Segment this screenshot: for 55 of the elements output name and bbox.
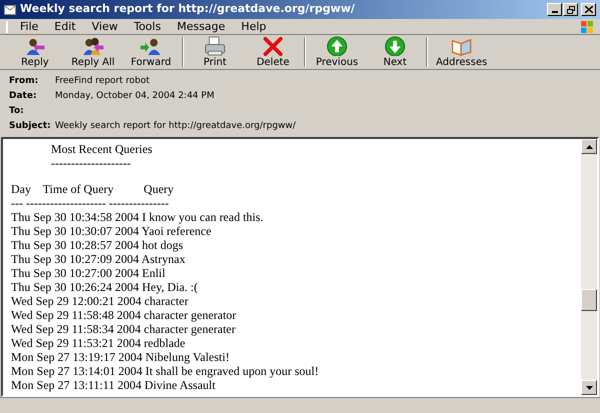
scroll-down-button[interactable] [581, 380, 597, 395]
close-button[interactable] [581, 3, 596, 16]
divider-text: --- -------------------- --------------- [11, 196, 169, 210]
column-header: Day Time of Query Query [11, 182, 174, 196]
query-row: Thu Sep 30 10:27:00 2004 Enlil [11, 266, 166, 280]
header-label: Date: [8, 90, 38, 104]
restore-icon [566, 6, 574, 14]
query-row: Thu Sep 30 10:27:09 2004 Astrynax [11, 252, 186, 266]
close-icon [584, 6, 592, 13]
menu-item[interactable]: View [84, 20, 126, 32]
query-row: Mon Sep 27 13:11:11 2004 Divine Assault [11, 378, 216, 392]
minimize-button[interactable] [547, 3, 562, 16]
header-value: FreeFind report robot [55, 75, 150, 88]
header-value: Monday, October 04, 2004 2:44 PM [55, 90, 214, 104]
query-row: Wed Sep 29 11:58:48 2004 character generator [11, 308, 236, 322]
header-label: Subject: [8, 120, 52, 134]
report-title: Most Recent Queries [50, 142, 152, 156]
scroll-thumb[interactable] [581, 289, 597, 311]
menu-item[interactable]: Message [168, 20, 234, 32]
minimize-icon [552, 11, 558, 13]
windows-logo-icon [580, 20, 594, 34]
query-row: Wed Sep 29 11:53:21 2004 redblade [11, 336, 186, 350]
query-row: Thu Sep 30 10:26:24 2004 Hey, Dia. :( [11, 280, 198, 294]
header-value: Weekly search report for http://greatdave.org/rpgww/ [55, 120, 296, 134]
query-row: Thu Sep 30 10:28:57 2004 hot dogs [11, 238, 184, 252]
menu-item[interactable]: Edit [46, 20, 84, 32]
toolbar-button[interactable]: Reply All [64, 36, 122, 68]
toolbar-button[interactable]: Print [186, 36, 244, 68]
window-title: Weekly search report for http://greatdave.org/rpgww/ [20, 1, 355, 18]
restore-button[interactable] [563, 3, 578, 16]
query-row: Wed Sep 29 12:00:21 2004 character [11, 294, 188, 308]
divider-text: -------------------- [50, 156, 131, 170]
scrollbar[interactable] [581, 139, 597, 395]
toolbar-button[interactable]: Delete [244, 36, 302, 68]
header-label: From: [8, 75, 40, 88]
toolbar-button[interactable]: Previous [308, 36, 366, 68]
query-row: Mon Sep 27 13:14:01 2004 It shall be engraved upon your soul! [11, 364, 319, 378]
toolbar-button[interactable]: Addresses [430, 36, 494, 68]
query-row: Thu Sep 30 10:30:07 2004 Yaoi reference [11, 224, 212, 238]
menu-item[interactable]: Help [233, 20, 274, 32]
query-row: Thu Sep 30 10:34:58 2004 I know you can read this. [11, 210, 264, 224]
envelope-icon [4, 4, 16, 14]
x-icon [261, 36, 285, 56]
people-arrow-icon [81, 36, 105, 56]
menu-item[interactable]: Tools [126, 20, 169, 32]
down-arrow-icon [586, 386, 592, 390]
toolbar-button[interactable]: Reply [6, 36, 64, 68]
header-label: To: [8, 105, 25, 118]
toolbar-button[interactable]: Next [366, 36, 424, 68]
toolbar-button[interactable]: Forward [122, 36, 180, 68]
scroll-up-button[interactable] [581, 139, 597, 154]
query-row: Mon Sep 27 13:19:17 2004 Nibelung Valesti! [11, 350, 230, 364]
up-arrow-icon [586, 144, 592, 148]
menu-item[interactable]: File [12, 20, 46, 32]
query-row: Wed Sep 29 11:58:34 2004 character generater [11, 322, 236, 336]
